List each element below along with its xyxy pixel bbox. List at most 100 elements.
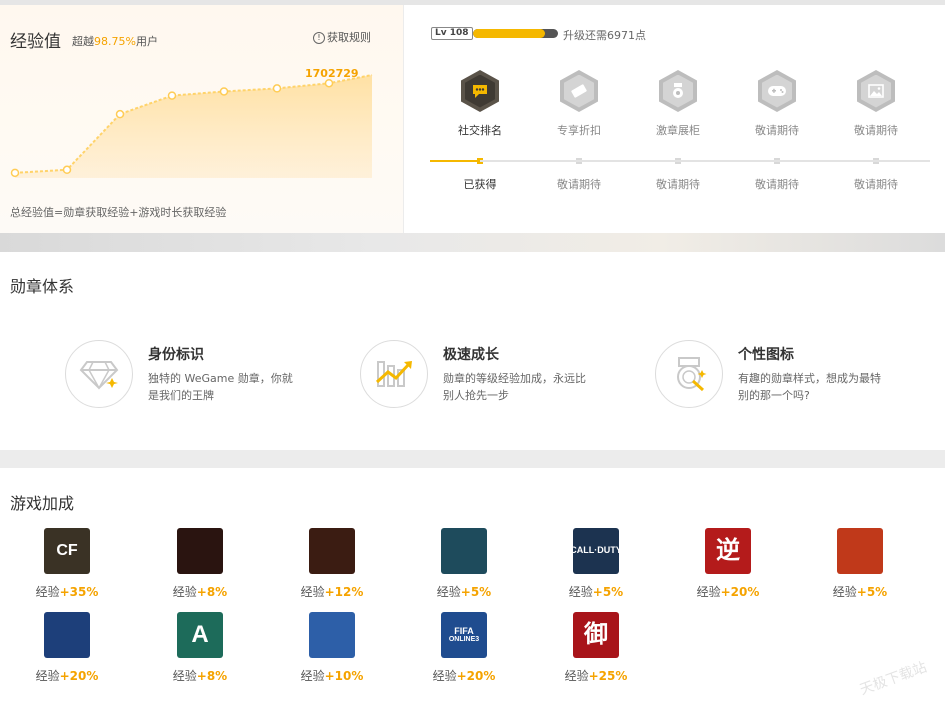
perk-status: 敬请期待	[656, 178, 700, 191]
picture-icon	[857, 70, 895, 112]
section-separator-2	[0, 450, 945, 468]
perk-track	[430, 160, 930, 162]
game-bonus-label: 经验	[832, 585, 857, 599]
perk-gamepad[interactable]: 敬请期待	[727, 70, 827, 138]
medal-system-title: 勋章体系	[10, 277, 75, 296]
game-icon-text: A	[191, 621, 209, 649]
watermark: 天极下载站	[857, 659, 929, 699]
game-bonus-text: 经验+20%	[678, 583, 778, 600]
game-icon	[309, 612, 355, 658]
info-icon: !	[313, 32, 325, 44]
perk-picture[interactable]: 敬请期待	[826, 70, 926, 138]
feature-personal-icon-desc: 有趣的勋章样式，想成为最特别的那一个吗?	[738, 372, 881, 402]
game-bonus-value: +5%	[460, 585, 492, 599]
game-item[interactable]: A 经验+8%	[150, 612, 250, 684]
perk-ticket[interactable]: 专享折扣	[529, 70, 629, 138]
game-item[interactable]: 经验+10%	[282, 612, 382, 684]
game-icon: 御	[573, 612, 619, 658]
gamepad-icon	[758, 70, 796, 112]
game-icon	[441, 528, 487, 574]
experience-point	[272, 84, 282, 93]
game-bonus-title: 游戏加成	[10, 494, 75, 513]
game-bonus-value: +8%	[196, 585, 228, 599]
game-bonus-value: +20%	[59, 669, 99, 683]
game-item[interactable]: 经验+5%	[810, 528, 910, 600]
game-bonus-label: 经验	[172, 585, 197, 599]
perk-label: 敬请期待	[755, 124, 799, 137]
feature-growth-title: 极速成长	[443, 347, 499, 363]
experience-point	[62, 165, 72, 175]
game-bonus-value: +10%	[324, 669, 364, 683]
game-icon: A	[177, 612, 223, 658]
perk-label: 激章展柜	[656, 124, 700, 137]
game-icon-text: CF	[56, 541, 78, 559]
level-progress-fill	[473, 29, 546, 38]
game-bonus-text: 经验+20%	[414, 667, 514, 684]
feature-personal-icon: 个性图标 有趣的勋章样式，想成为最特别的那一个吗?	[655, 340, 935, 410]
game-bonus-text: 经验+35%	[17, 583, 117, 600]
game-item[interactable]: 经验+12%	[282, 528, 382, 600]
experience-point	[324, 78, 334, 88]
game-bonus-text: 经验+10%	[282, 667, 382, 684]
rules-link-label: 获取规则	[327, 31, 371, 44]
game-item[interactable]: 经验+20%	[17, 612, 117, 684]
feature-identity-desc: 独特的 WeGame 勋章，你就是我们的王牌	[148, 372, 293, 402]
upgrade-requirement: 升级还需6971点	[563, 29, 646, 42]
game-item[interactable]: 御经验+25%	[546, 612, 646, 684]
game-bonus-text: 经验+20%	[17, 667, 117, 684]
game-bonus-value: +5%	[856, 585, 888, 599]
game-bonus-label: 经验	[35, 585, 60, 599]
perk-chat-bubble[interactable]: 社交排名	[430, 70, 530, 138]
game-item[interactable]: 逆经验+20%	[678, 528, 778, 600]
feature-identity-title: 身份标识	[148, 347, 204, 363]
game-item[interactable]: 经验+8%	[150, 528, 250, 600]
experience-point	[10, 168, 20, 178]
game-bonus-value: +8%	[196, 669, 228, 683]
medal-icon	[659, 70, 697, 112]
game-bonus-text: 经验+5%	[810, 583, 910, 600]
perk-status: 敬请期待	[854, 178, 898, 191]
perk-label: 敬请期待	[854, 124, 898, 137]
game-icon	[177, 528, 223, 574]
game-bonus-label: 经验	[564, 669, 589, 683]
game-item[interactable]: FIFA ONLINE3 经验+20%	[414, 612, 514, 684]
game-item[interactable]: CF 经验+35%	[17, 528, 117, 600]
experience-point	[219, 87, 229, 96]
perk-status: 敬请期待	[557, 178, 601, 191]
game-icon-text: 逆	[716, 537, 740, 565]
experience-point	[167, 91, 177, 100]
feature-growth-desc: 勋章的等级经验加成，永远比别人抢先一步	[443, 372, 586, 402]
perk-medal[interactable]: 激章展柜	[628, 70, 728, 138]
game-item[interactable]: CALL·DUTY 经验+5%	[546, 528, 646, 600]
game-icon: 逆	[705, 528, 751, 574]
perk-label: 专享折扣	[557, 124, 601, 137]
game-icon-text: CALL·DUTY	[573, 545, 619, 556]
surpass-prefix: 超越	[72, 35, 94, 48]
game-bonus-label: 经验	[35, 669, 60, 683]
perk-status: 已获得	[463, 178, 497, 191]
level-progress-bar	[473, 29, 558, 38]
game-bonus-label: 经验	[300, 585, 325, 599]
perk-label: 社交排名	[458, 124, 502, 137]
experience-title: 经验值	[10, 32, 61, 52]
game-bonus-text: 经验+12%	[282, 583, 382, 600]
experience-value-label: 1702729	[305, 67, 359, 80]
surpass-suffix: 用户	[135, 35, 158, 48]
game-bonus-value: +35%	[59, 585, 99, 599]
game-bonus-label: 经验	[568, 585, 593, 599]
game-icon-subtext: ONLINE3	[448, 636, 480, 644]
chat-bubble-icon	[461, 70, 499, 112]
section-separator	[0, 233, 945, 252]
game-bonus-text: 经验+5%	[546, 583, 646, 600]
game-item[interactable]: 经验+5%	[414, 528, 514, 600]
experience-area	[15, 75, 372, 178]
game-icon	[837, 528, 883, 574]
surpass-text: 超越98.75%用户	[72, 33, 158, 49]
rules-link[interactable]: ! 获取规则	[313, 29, 371, 45]
game-bonus-text: 经验+25%	[546, 667, 646, 684]
perk-track-progress	[430, 160, 480, 162]
experience-panel: 经验值 超越98.75%用户 ! 获取规则 1702729 总经验值=勋章获取经验…	[0, 5, 403, 233]
experience-formula: 总经验值=勋章获取经验+游戏时长获取经验	[10, 206, 227, 219]
ticket-icon	[560, 70, 598, 112]
feature-identity: 身份标识 独特的 WeGame 勋章，你就是我们的王牌	[65, 340, 345, 410]
